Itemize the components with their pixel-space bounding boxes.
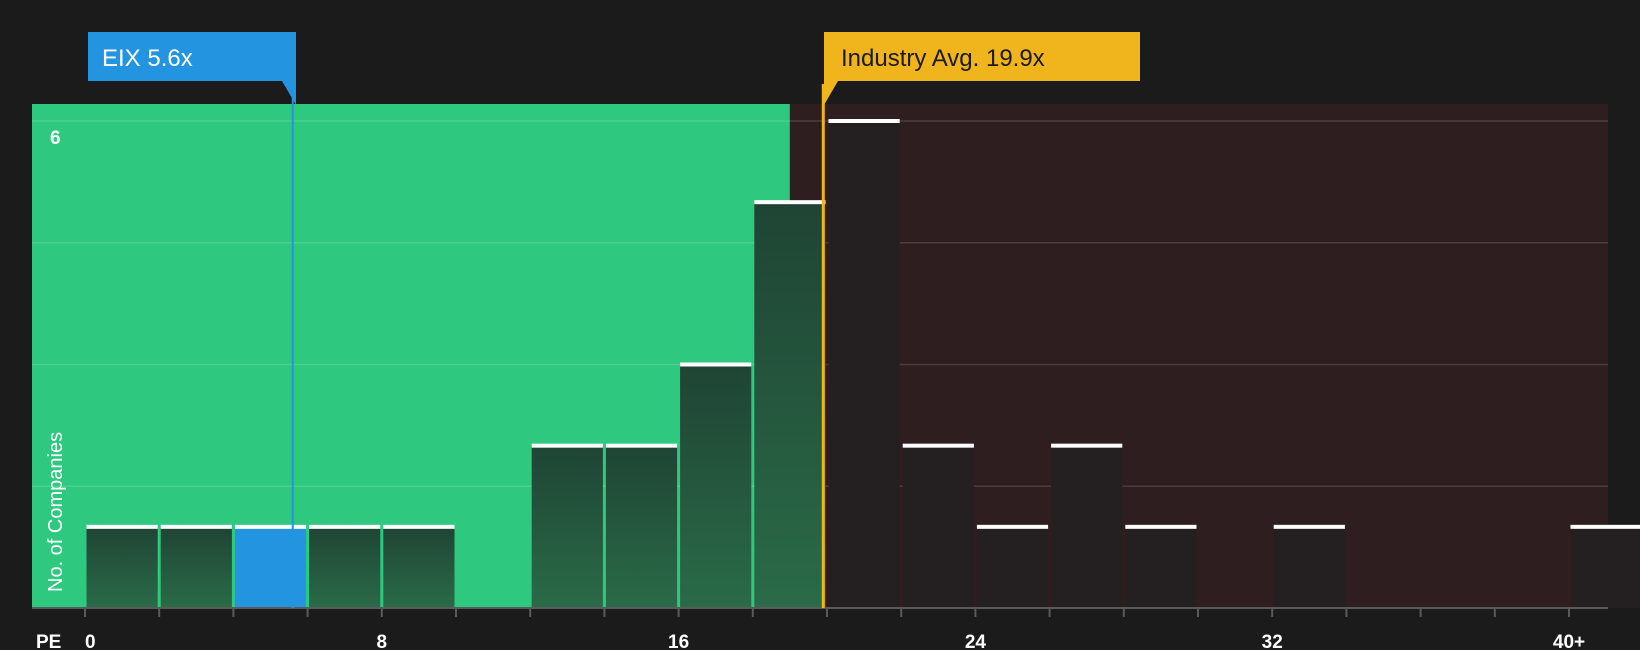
- histogram-bar: [1570, 526, 1640, 608]
- x-tick-label: 8: [377, 632, 388, 650]
- histogram-bar-cap: [1570, 524, 1640, 529]
- histogram-bar-cap: [383, 524, 455, 529]
- y-tick-labels: 6: [50, 128, 61, 149]
- industry-callout-label: Industry Avg. 19.9x: [841, 45, 1045, 72]
- x-tick-label: 0: [85, 632, 96, 650]
- histogram-bar: [828, 121, 900, 608]
- histogram-bar: [754, 202, 826, 608]
- histogram-bar-cap: [828, 119, 900, 123]
- x-tick-label: 16: [668, 632, 689, 650]
- x-tick-label: 32: [1262, 632, 1283, 650]
- histogram-bar: [1051, 445, 1123, 608]
- histogram-bar-cap: [531, 443, 603, 448]
- histogram-bar-cap: [754, 200, 826, 205]
- histogram-bar-cap: [1051, 443, 1123, 448]
- histogram-bar: [234, 526, 307, 608]
- histogram-bar-cap: [309, 524, 381, 529]
- histogram-bar-cap: [605, 443, 678, 448]
- x-tick-label: 40+: [1553, 632, 1585, 650]
- histogram-bar: [86, 526, 158, 608]
- histogram-bar-cap: [86, 524, 158, 529]
- histogram-bar: [1125, 526, 1197, 608]
- histogram-bar: [160, 526, 232, 608]
- pe-distribution-chart: 0 8 16 24 32 40+ 6 PE No. of Companies EIX 5.…: [32, 32, 1640, 650]
- histogram-bar-cap: [1125, 524, 1197, 529]
- histogram-bar: [1273, 526, 1345, 608]
- y-axis-title: No. of Companies: [45, 432, 67, 592]
- histogram-bar-cap: [976, 524, 1049, 529]
- histogram-bar: [531, 445, 603, 608]
- y-tick-label: 6: [50, 128, 61, 149]
- histogram-bar-cap: [234, 524, 307, 529]
- histogram-bar-cap: [902, 443, 974, 448]
- histogram-bar-cap: [160, 524, 232, 529]
- histogram-bar: [902, 445, 974, 608]
- x-tick-label: 24: [965, 632, 987, 650]
- x-ticks: [84, 608, 1570, 617]
- x-tick-labels: 0 8 16 24 32 40+: [85, 632, 1585, 650]
- company-callout-label: EIX 5.6x: [102, 45, 193, 72]
- histogram-bar-cap: [1273, 524, 1345, 529]
- histogram-bar: [309, 526, 381, 608]
- x-axis-title: PE: [36, 632, 61, 650]
- histogram-bar: [605, 445, 678, 608]
- histogram-bar: [976, 526, 1049, 608]
- histogram-bar-cap: [680, 362, 752, 367]
- histogram-bar: [383, 526, 455, 608]
- histogram-bar: [680, 364, 752, 608]
